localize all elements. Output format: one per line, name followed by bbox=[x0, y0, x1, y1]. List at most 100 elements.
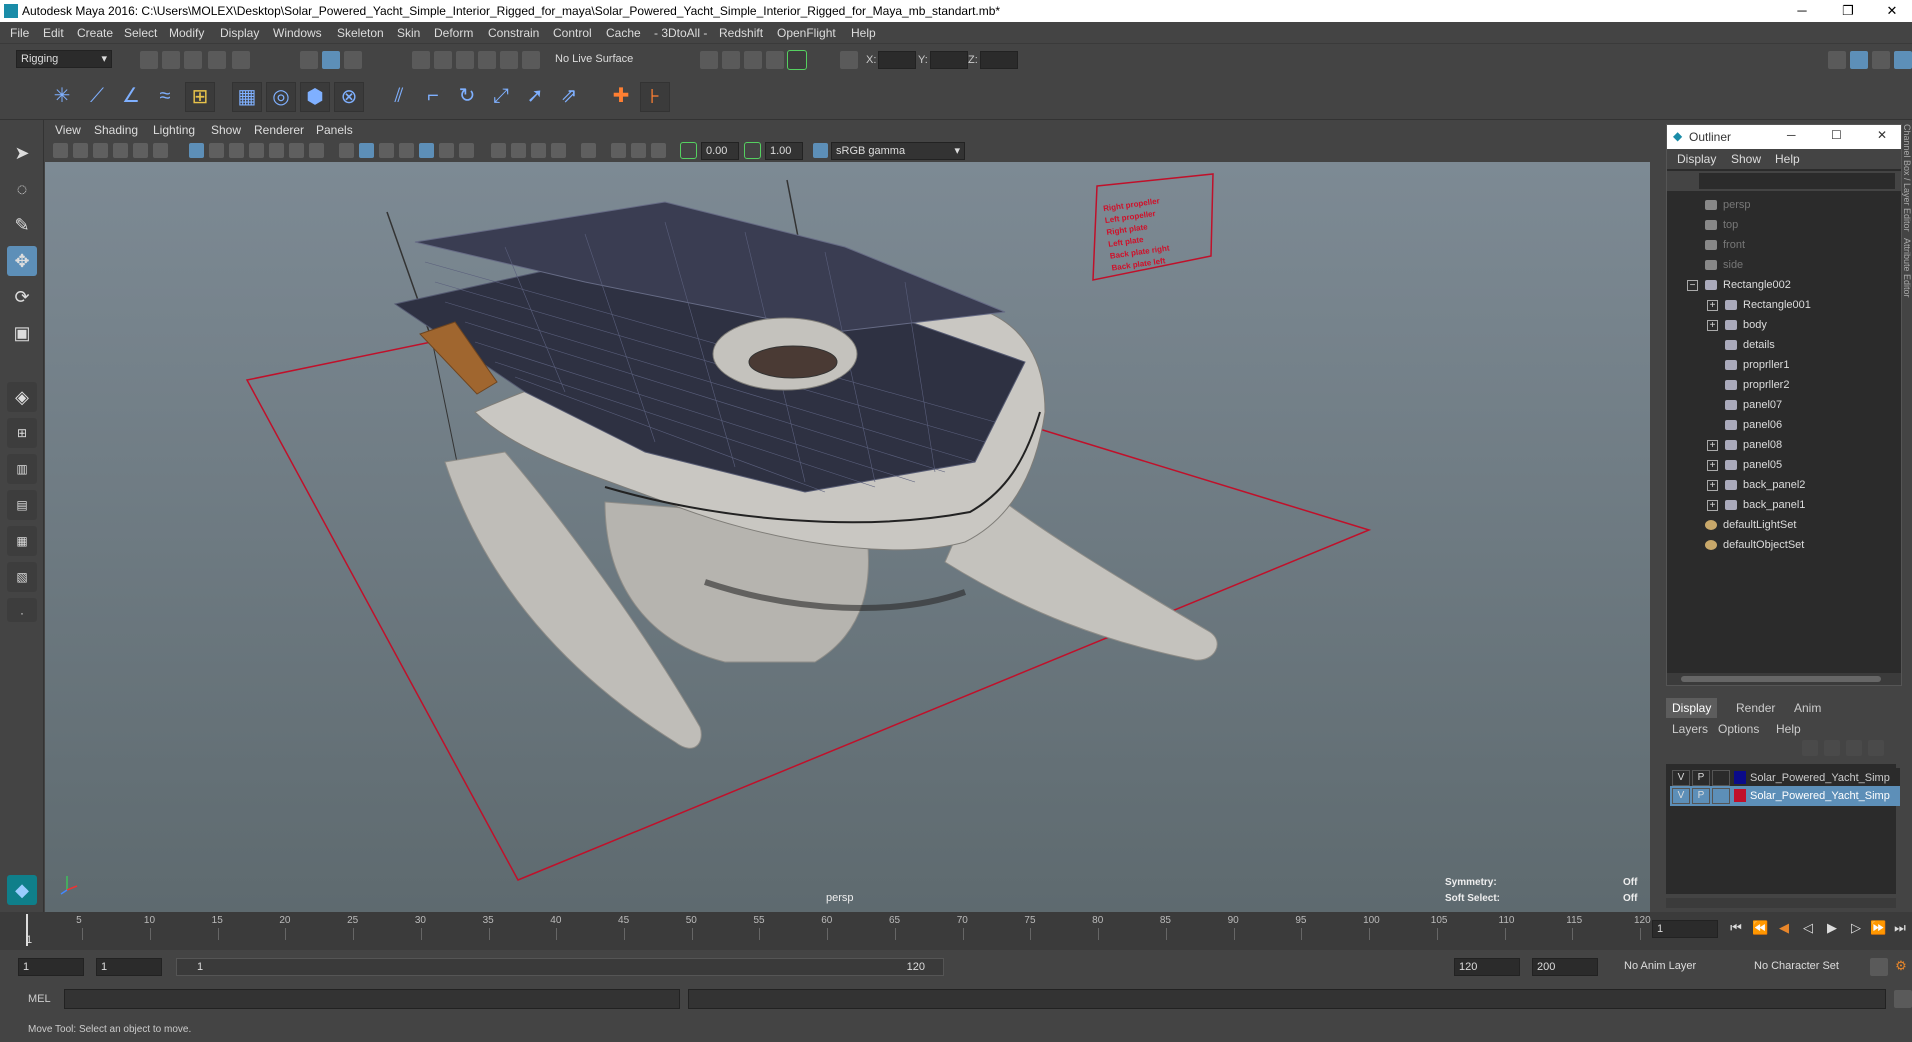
menu-display[interactable]: Display bbox=[220, 26, 259, 40]
use-all-lights-icon[interactable] bbox=[439, 143, 454, 158]
make-live-icon[interactable] bbox=[522, 51, 540, 69]
animation-start-input[interactable]: 1 bbox=[18, 958, 84, 976]
four-view-layout-icon[interactable]: ⊞ bbox=[7, 418, 37, 448]
select-component-icon[interactable] bbox=[344, 51, 362, 69]
outliner-item[interactable]: + panel08 bbox=[1667, 435, 1897, 455]
layer-row[interactable]: V P Solar_Powered_Yacht_Simp bbox=[1670, 786, 1900, 806]
persp-outliner-layout-icon[interactable]: ▥ bbox=[7, 454, 37, 484]
tab-anim[interactable]: Anim bbox=[1788, 698, 1827, 718]
outliner-item[interactable]: proprller1 bbox=[1667, 355, 1897, 375]
outliner-item[interactable]: defaultLightSet bbox=[1667, 515, 1897, 535]
select-tool-icon[interactable]: ➤ bbox=[7, 138, 37, 168]
outliner-menu-display[interactable]: Display bbox=[1677, 152, 1716, 166]
persp-graph-layout-icon[interactable]: ▤ bbox=[7, 490, 37, 520]
play-backwards-icon[interactable]: ◁ bbox=[1800, 920, 1816, 936]
render-settings-icon[interactable] bbox=[766, 51, 784, 69]
current-time-indicator[interactable] bbox=[26, 914, 28, 946]
menu-3dtoall[interactable]: - 3DtoAll - bbox=[654, 26, 707, 40]
wrap-deformer-icon[interactable]: ⊗ bbox=[334, 82, 364, 112]
layer-color-swatch[interactable] bbox=[1734, 789, 1746, 802]
aim-constraint-icon[interactable]: ➚ bbox=[520, 82, 550, 112]
joint-tool-icon[interactable]: ✳ bbox=[47, 82, 77, 112]
vp-menu-renderer[interactable]: Renderer bbox=[254, 123, 304, 137]
menu-edit[interactable]: Edit bbox=[43, 26, 64, 40]
perspective-viewport[interactable]: Right propeller Left propeller Right pla… bbox=[45, 162, 1650, 912]
safe-action-icon[interactable] bbox=[289, 143, 304, 158]
step-back-key-icon[interactable]: ⏪ bbox=[1752, 920, 1768, 936]
playback-start-input[interactable]: 1 bbox=[96, 958, 162, 976]
step-forward-key-icon[interactable]: ⏩ bbox=[1870, 920, 1886, 936]
color-space-dropdown[interactable]: sRGB gamma ▾ bbox=[831, 142, 965, 160]
play-forwards-icon[interactable]: ▶ bbox=[1824, 920, 1840, 936]
select-object-icon[interactable] bbox=[322, 51, 340, 69]
new-scene-icon[interactable] bbox=[140, 51, 158, 69]
new-layer-icon[interactable] bbox=[1846, 740, 1862, 756]
snap-point-icon[interactable] bbox=[456, 51, 474, 69]
paint-select-icon[interactable]: ✎ bbox=[7, 210, 37, 240]
move-layer-down-icon[interactable] bbox=[1824, 740, 1840, 756]
outliner-item[interactable]: front bbox=[1667, 235, 1897, 255]
parent-constraint-icon[interactable]: ⫽ bbox=[384, 82, 414, 112]
save-scene-icon[interactable] bbox=[184, 51, 202, 69]
outliner-search-input[interactable] bbox=[1699, 173, 1895, 189]
image-plane-icon[interactable] bbox=[113, 143, 128, 158]
menu-openflight[interactable]: OpenFlight bbox=[777, 26, 836, 40]
menu-control[interactable]: Control bbox=[553, 26, 592, 40]
outliner-item[interactable]: + body bbox=[1667, 315, 1897, 335]
motion-blur-icon[interactable] bbox=[511, 143, 526, 158]
expand-icon[interactable]: + bbox=[1707, 480, 1718, 491]
menuset-dropdown[interactable]: Rigging ▾ bbox=[16, 50, 112, 68]
outliner-menu-show[interactable]: Show bbox=[1731, 152, 1761, 166]
scale-tool-icon[interactable]: ▣ bbox=[7, 318, 37, 348]
2d-pan-zoom-icon[interactable] bbox=[133, 143, 148, 158]
channel-box-tab[interactable]: Channel Box / Layer Editor bbox=[1902, 124, 1912, 232]
outliner-item[interactable]: panel07 bbox=[1667, 395, 1897, 415]
wireframe-icon[interactable] bbox=[339, 143, 354, 158]
tab-render[interactable]: Render bbox=[1730, 698, 1781, 718]
layer-display-type-toggle[interactable] bbox=[1712, 788, 1730, 804]
lattice-icon[interactable]: ⬢ bbox=[300, 82, 330, 112]
move-layer-up-icon[interactable] bbox=[1802, 740, 1818, 756]
menu-windows[interactable]: Windows bbox=[273, 26, 322, 40]
hypershade-icon[interactable] bbox=[787, 50, 807, 70]
smooth-shade-icon[interactable] bbox=[359, 143, 374, 158]
current-frame-input[interactable]: 1 bbox=[1652, 920, 1718, 938]
layers-menu-layers[interactable]: Layers bbox=[1672, 722, 1708, 736]
tab-display[interactable]: Display bbox=[1666, 698, 1718, 718]
outliner-item[interactable]: panel06 bbox=[1667, 415, 1897, 435]
outliner-item[interactable]: details bbox=[1667, 335, 1897, 355]
outliner-maximize-icon[interactable]: ☐ bbox=[1831, 128, 1842, 142]
textured-icon[interactable] bbox=[419, 143, 434, 158]
layer-playback-toggle[interactable]: P bbox=[1692, 788, 1710, 804]
time-slider[interactable]: 5 10 15 20 25 30 35 40 45 50 55 60 65 70 75 80 85 90 95 100… bbox=[0, 912, 1912, 950]
single-view-layout-icon[interactable]: ◈ bbox=[7, 382, 37, 412]
orient-constraint-icon[interactable]: ↻ bbox=[452, 82, 482, 112]
resolution-gate-icon[interactable] bbox=[229, 143, 244, 158]
outliner-minimize-icon[interactable]: ─ bbox=[1787, 128, 1796, 142]
camera-attributes-icon[interactable] bbox=[73, 143, 88, 158]
minimize-button[interactable]: ─ bbox=[1782, 1, 1822, 21]
grid-toggle-icon[interactable] bbox=[189, 143, 204, 158]
outliner-item[interactable]: top bbox=[1667, 215, 1897, 235]
outliner-hscrollbar[interactable] bbox=[1667, 673, 1901, 685]
layer-visibility-toggle[interactable]: V bbox=[1672, 770, 1690, 786]
outliner-item[interactable]: + back_panel1 bbox=[1667, 495, 1897, 515]
command-input[interactable] bbox=[64, 989, 680, 1009]
bend-deformer-icon[interactable]: ◎ bbox=[266, 82, 296, 112]
outliner-item[interactable]: side bbox=[1667, 255, 1897, 275]
layer-row[interactable]: V P Solar_Powered_Yacht_Simp bbox=[1670, 768, 1900, 788]
collapse-icon[interactable]: − bbox=[1687, 280, 1698, 291]
hypershade-layout-icon[interactable]: ▦ bbox=[7, 526, 37, 556]
locator-icon[interactable]: ⊞ bbox=[185, 82, 215, 112]
bind-skin-icon[interactable]: ⊦ bbox=[640, 82, 670, 112]
shadows-icon[interactable] bbox=[459, 143, 474, 158]
anim-layer-dropdown[interactable]: No Anim Layer bbox=[1620, 958, 1738, 976]
rotate-tool-icon[interactable]: ⟳ bbox=[7, 282, 37, 312]
gamma-icon[interactable] bbox=[744, 142, 761, 159]
render-view-icon[interactable] bbox=[700, 51, 718, 69]
cluster-icon[interactable]: ▦ bbox=[232, 82, 262, 112]
ik-spline-icon[interactable]: ≈ bbox=[150, 82, 180, 112]
expand-icon[interactable]: + bbox=[1707, 500, 1718, 511]
character-set-dropdown[interactable]: No Character Set bbox=[1750, 958, 1868, 976]
layers-menu-options[interactable]: Options bbox=[1718, 722, 1759, 736]
